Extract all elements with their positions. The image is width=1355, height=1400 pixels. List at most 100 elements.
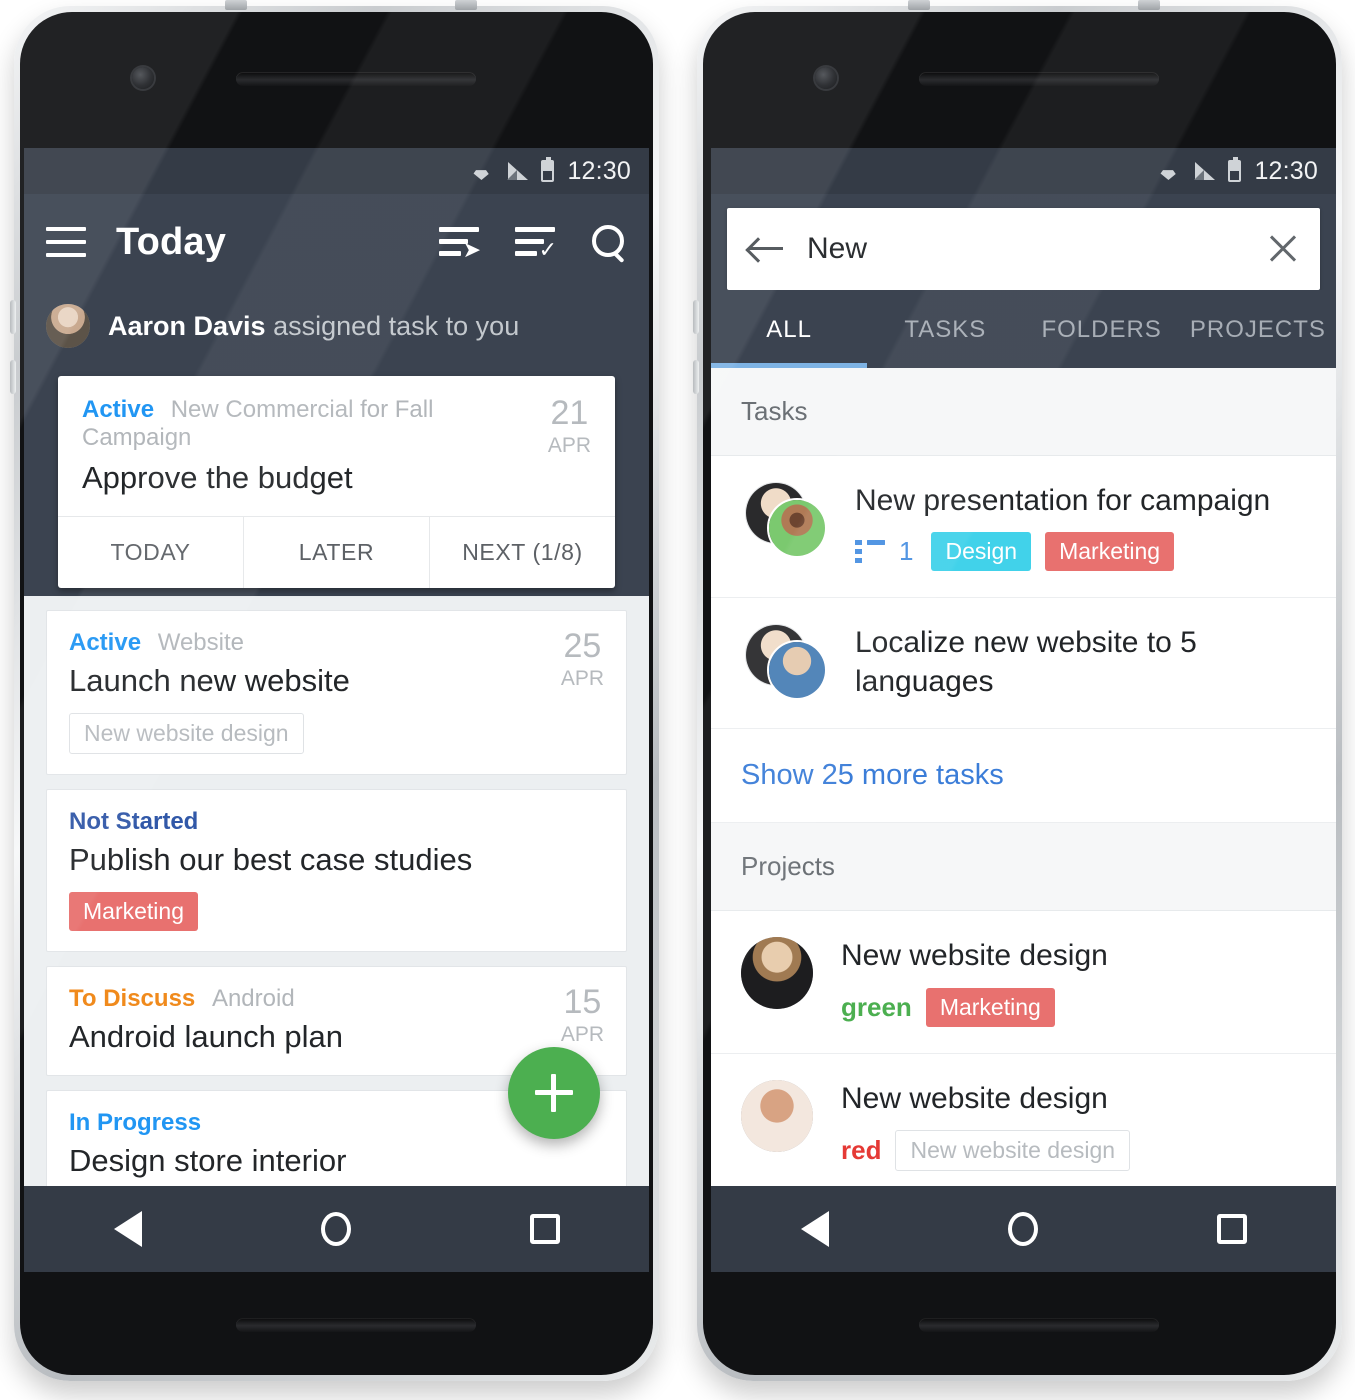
phone-left-volume-button[interactable] bbox=[10, 300, 16, 334]
notification-card-meta: Active New Commercial for Fall Campaign bbox=[82, 396, 532, 452]
status-bar-left: 12:30 bbox=[24, 148, 649, 194]
task-chips: Marketing bbox=[69, 892, 604, 931]
android-nav-bar bbox=[711, 1186, 1336, 1272]
phone-left-top-nub-b bbox=[455, 0, 477, 10]
recents-icon[interactable] bbox=[1216, 1214, 1247, 1244]
signal-icon bbox=[1193, 162, 1216, 180]
earpiece-speaker bbox=[236, 72, 476, 86]
avatar bbox=[741, 937, 813, 1010]
home-icon[interactable] bbox=[1007, 1212, 1038, 1246]
status-badge: To Discuss bbox=[69, 985, 196, 1012]
due-date: 25 APR bbox=[545, 629, 604, 754]
task-meta: To Discuss Android bbox=[69, 985, 545, 1013]
phone-right-power-button[interactable] bbox=[693, 360, 699, 394]
earpiece-speaker bbox=[919, 72, 1159, 86]
notification-action-text: assigned task to you bbox=[265, 310, 520, 341]
due-date-month: APR bbox=[560, 667, 604, 690]
chip-marketing[interactable]: Marketing bbox=[1045, 532, 1175, 572]
notification-card-stack: Active New Commercial for Fall Campaign … bbox=[24, 376, 649, 588]
chip-folder[interactable]: New website design bbox=[895, 1130, 1131, 1172]
task-card[interactable]: Active Website Launch new website New we… bbox=[46, 610, 627, 775]
avatar-group bbox=[741, 624, 827, 702]
task-result-row[interactable]: New presentation for campaign 1 Design M… bbox=[711, 456, 1336, 599]
battery-icon bbox=[1228, 157, 1242, 182]
search-input[interactable]: New bbox=[807, 232, 1244, 266]
task-card[interactable]: Not Started Publish our best case studie… bbox=[46, 789, 627, 952]
project-subline: green Marketing bbox=[841, 987, 1306, 1027]
task-title: Localize new website to 5 languages bbox=[855, 626, 1197, 698]
due-date-day: 25 bbox=[563, 627, 602, 665]
task-title: Android launch plan bbox=[69, 1019, 344, 1054]
task-result-row[interactable]: Localize new website to 5 languages bbox=[711, 598, 1336, 730]
search-field[interactable]: New bbox=[727, 208, 1320, 290]
plus-icon bbox=[535, 1074, 573, 1112]
later-button[interactable]: LATER bbox=[243, 517, 429, 588]
tab-tasks[interactable]: TASKS bbox=[867, 316, 1023, 368]
notification-card[interactable]: Active New Commercial for Fall Campaign … bbox=[58, 376, 615, 588]
project-result-row[interactable]: New website design red New website desig… bbox=[711, 1054, 1336, 1199]
avatar bbox=[767, 498, 827, 558]
section-header-tasks: Tasks bbox=[711, 368, 1336, 456]
project-color-label: green bbox=[841, 991, 912, 1022]
phone-left-top-nub-a bbox=[225, 0, 247, 10]
project-color-label: red bbox=[841, 1135, 882, 1166]
search-tabs: ALL TASKS FOLDERS PROJECTS bbox=[711, 290, 1336, 368]
project-title: New website design bbox=[841, 939, 1108, 973]
status-badge: In Progress bbox=[69, 1109, 202, 1136]
notification-card-title: Approve the budget bbox=[82, 460, 353, 495]
task-title: New presentation for campaign bbox=[855, 484, 1271, 517]
chip-folder[interactable]: New website design bbox=[69, 713, 304, 754]
recents-icon[interactable] bbox=[529, 1214, 560, 1244]
tab-folders[interactable]: FOLDERS bbox=[1024, 316, 1180, 368]
subtask-list-icon bbox=[855, 539, 885, 564]
phone-left-power-button[interactable] bbox=[10, 360, 16, 394]
status-bar-right: 12:30 bbox=[711, 148, 1336, 194]
status-bar-time: 12:30 bbox=[1254, 156, 1318, 185]
chip-marketing[interactable]: Marketing bbox=[925, 987, 1055, 1027]
due-date-month: APR bbox=[560, 1023, 604, 1046]
search-results: Tasks New presentation for campaign 1 De… bbox=[711, 368, 1336, 1272]
tab-projects[interactable]: PROJECTS bbox=[1180, 316, 1336, 368]
status-badge: Active bbox=[82, 396, 155, 423]
wifi-icon bbox=[1156, 162, 1180, 180]
hamburger-menu-icon[interactable] bbox=[46, 227, 86, 257]
sort-check-icon[interactable]: ✓ bbox=[515, 225, 557, 261]
sort-forward-icon[interactable]: ➤ bbox=[439, 225, 481, 261]
tab-all[interactable]: ALL bbox=[711, 316, 867, 368]
arrow-back-icon[interactable] bbox=[749, 236, 783, 262]
status-badge: Not Started bbox=[69, 808, 199, 835]
avatar bbox=[46, 304, 90, 348]
chip-design[interactable]: Design bbox=[931, 532, 1032, 572]
search-icon[interactable] bbox=[591, 224, 627, 260]
avatar bbox=[741, 1079, 813, 1152]
phone-right-top-nub-b bbox=[1138, 0, 1160, 10]
show-more-tasks-link[interactable]: Show 25 more tasks bbox=[711, 729, 1336, 824]
due-date-day: 21 bbox=[550, 394, 589, 432]
close-icon[interactable] bbox=[1268, 234, 1298, 264]
notification-card-body: Active New Commercial for Fall Campaign … bbox=[58, 376, 615, 516]
notification-header: Aaron Davis assigned task to you bbox=[24, 290, 649, 358]
task-title: Design store interior bbox=[69, 1143, 347, 1178]
phone-right: 12:30 New ALL TASKS FOLDERS PROJECTS Tas… bbox=[683, 0, 1355, 1400]
tab-indicator bbox=[711, 363, 868, 368]
due-date-day: 15 bbox=[563, 983, 602, 1021]
add-task-fab[interactable] bbox=[508, 1047, 600, 1139]
project-subline: red New website design bbox=[841, 1130, 1306, 1172]
android-nav-bar bbox=[24, 1186, 649, 1272]
project-result-row[interactable]: New website design green Marketing bbox=[711, 911, 1336, 1054]
phone-right-volume-button[interactable] bbox=[693, 300, 699, 334]
back-icon[interactable] bbox=[800, 1211, 829, 1247]
home-icon[interactable] bbox=[320, 1212, 351, 1246]
back-icon[interactable] bbox=[113, 1211, 142, 1247]
next-button[interactable]: NEXT (1/8) bbox=[429, 517, 615, 588]
notification-actor: Aaron Davis bbox=[108, 310, 266, 341]
phone-left-screen-area: 12:30 Today ➤ ✓ Aaron Davis assigned tas… bbox=[20, 12, 653, 1375]
today-button[interactable]: TODAY bbox=[58, 517, 243, 588]
chip-marketing[interactable]: Marketing bbox=[69, 892, 198, 931]
avatar bbox=[767, 640, 827, 701]
folder-name: Android bbox=[211, 985, 295, 1012]
search-bar-container: New bbox=[711, 194, 1336, 290]
notification-zone: Aaron Davis assigned task to you Active bbox=[24, 290, 649, 596]
task-subline: 1 Design Marketing bbox=[855, 532, 1306, 572]
section-header-projects: Projects bbox=[711, 823, 1336, 912]
